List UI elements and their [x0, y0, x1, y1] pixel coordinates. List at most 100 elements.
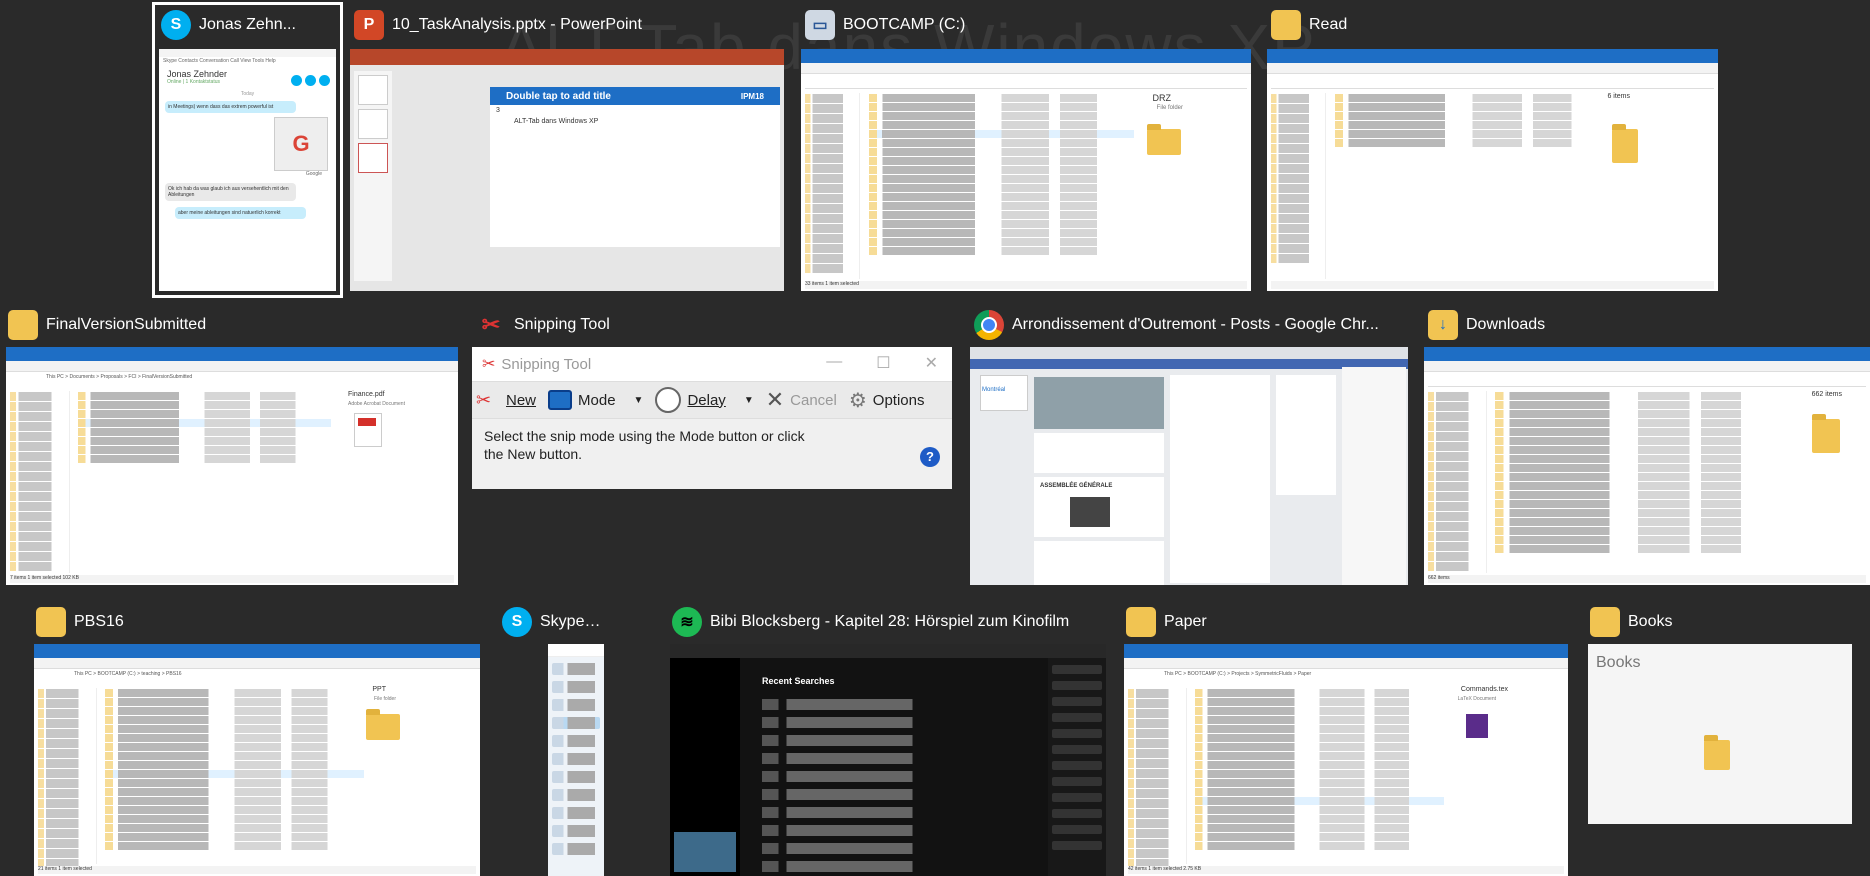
- folder-icon: [8, 310, 38, 340]
- minimize-icon: —: [826, 353, 843, 370]
- tile-thumbnail: This PC > Documents > Proposals > FCI > …: [6, 347, 458, 585]
- maximize-icon: ☐: [876, 355, 891, 372]
- slide-bullet: ALT-Tab dans Windows XP: [514, 118, 599, 125]
- tile-title: Arrondissement d'Outremont - Posts - Goo…: [1012, 316, 1379, 333]
- tile-thumbnail: Skype Contacts Conversation Call View To…: [159, 49, 336, 291]
- window-tile-paper[interactable]: Paper This PC > BOOTCAMP (C:) > Projects…: [1120, 602, 1568, 876]
- folder-icon: [1147, 124, 1181, 155]
- status-bar: 21 items 1 item selected: [38, 866, 476, 874]
- call-icons: [291, 75, 330, 86]
- scissors-icon: ✂: [476, 390, 492, 410]
- help-icon: ?: [920, 447, 940, 467]
- tile-header: Paper: [1120, 602, 1568, 642]
- folder-icon: [1590, 607, 1620, 637]
- window-tile-downloads[interactable]: ↓ Downloads 662 items 662 items: [1422, 305, 1870, 587]
- tile-title: Read: [1309, 16, 1348, 33]
- breadcrumb: This PC > BOOTCAMP (C:) > teaching > PBS…: [74, 671, 182, 677]
- tile-thumbnail: 662 items 662 items: [1424, 347, 1870, 585]
- image-caption: Google: [305, 171, 322, 177]
- tile-title: 10_TaskAnalysis.pptx - PowerPoint: [392, 16, 642, 33]
- slide-thumbnails: [354, 71, 392, 281]
- tile-thumbnail: Montréal ASSEMBLÉE GÉNÉRALE: [970, 347, 1408, 585]
- preview-name: DRZ: [1152, 93, 1172, 103]
- mode-button: Mode ▼: [548, 390, 643, 410]
- new-button: ✂ New: [476, 390, 536, 410]
- item-count: 662 items: [1811, 391, 1842, 398]
- folder-icon: [1612, 124, 1638, 163]
- window-tile-powerpoint[interactable]: P 10_TaskAnalysis.pptx - PowerPoint Doub…: [348, 5, 786, 295]
- window-tile-books[interactable]: Books Books: [1584, 602, 1858, 876]
- preview-type: File folder: [374, 696, 396, 702]
- downloads-folder-icon: ↓: [1428, 310, 1458, 340]
- window-tile-skype[interactable]: S Skype™ [...: [496, 602, 616, 876]
- preview-name: Commands.tex: [1460, 686, 1508, 693]
- tile-title: Snipping Tool: [514, 316, 610, 333]
- window-tile-pbs16[interactable]: PBS16 This PC > BOOTCAMP (C:) > teaching…: [30, 602, 482, 876]
- folder-icon: [1704, 735, 1730, 770]
- slide-canvas: Double tap to add title IPM18 3 ALT-Tab …: [490, 87, 780, 247]
- preview-name: PPT: [372, 686, 386, 693]
- cancel-button: ✕ Cancel: [766, 387, 837, 413]
- tile-thumbnail: DRZ File folder 33 items 1 item selected: [801, 49, 1251, 291]
- window-controls: — ☐ ✕: [826, 353, 938, 373]
- spotify-icon: ≋: [672, 607, 702, 637]
- tile-header: ✂ Snipping Tool: [470, 305, 954, 345]
- skype-icon: S: [502, 607, 532, 637]
- scissors-icon: ✂: [482, 356, 496, 373]
- tile-thumbnail: This PC > BOOTCAMP (C:) > Projects > Sym…: [1124, 644, 1568, 876]
- tile-thumbnail: Books: [1588, 644, 1852, 824]
- preview-type: LaTeX Document: [1457, 696, 1496, 702]
- gear-icon: ⚙: [848, 389, 867, 412]
- tile-thumbnail: ✂ Snipping Tool — ☐ ✕ ✂ New Mode ▼ Delay ▼ …: [472, 347, 952, 489]
- status-bar: 7 items 1 item selected 102 KB: [10, 575, 454, 583]
- tile-title: Books: [1628, 613, 1673, 630]
- window-tile-bootcamp[interactable]: ▭ BOOTCAMP (C:) DRZ File folder 33 items…: [799, 5, 1253, 295]
- video-call-icon: [291, 75, 302, 86]
- window-tile-jonas-chat[interactable]: S Jonas Zehn... Skype Contacts Conversat…: [152, 2, 343, 298]
- folder-icon: [1126, 607, 1156, 637]
- close-icon: ✕: [924, 355, 938, 372]
- chevron-down-icon: ▼: [633, 394, 644, 406]
- status-bar: 662 items: [1428, 575, 1866, 583]
- window-tile-finalversionsubmitted[interactable]: FinalVersionSubmitted This PC > Document…: [2, 305, 460, 587]
- chrome-icon: [974, 310, 1004, 340]
- toolbar: ✂ New Mode ▼ Delay ▼ ✕ Cancel ⚙ Options: [472, 381, 952, 419]
- tile-header: ≋ Bibi Blocksberg - Kapitel 28: Hörspiel…: [666, 602, 1106, 642]
- menu-bar: Skype Contacts Conversation Call View To…: [163, 58, 276, 64]
- tile-title: FinalVersionSubmitted: [46, 316, 207, 333]
- tile-header: S Jonas Zehn...: [155, 5, 340, 45]
- tile-header: Books: [1584, 602, 1858, 642]
- window-tile-chrome[interactable]: Arrondissement d'Outremont - Posts - Goo…: [968, 305, 1410, 587]
- status-bar: 33 items 1 item selected: [805, 281, 1247, 289]
- banner-text: ASSEMBLÉE GÉNÉRALE: [1040, 483, 1113, 489]
- tile-thumbnail: [548, 644, 604, 876]
- folder-icon: [366, 709, 400, 740]
- window-tile-spotify[interactable]: ≋ Bibi Blocksberg - Kapitel 28: Hörspiel…: [666, 602, 1106, 876]
- delay-button: Delay ▼: [655, 387, 754, 413]
- delay-label: Delay: [687, 391, 726, 409]
- pdf-icon: [354, 413, 382, 447]
- new-label: New: [506, 391, 537, 409]
- tile-thumbnail: This PC > BOOTCAMP (C:) > teaching > PBS…: [34, 644, 480, 876]
- tile-thumbnail: 6 items: [1267, 49, 1718, 291]
- mode-label: Mode: [578, 391, 616, 409]
- item-count: 6 items: [1607, 93, 1630, 100]
- tile-title: PBS16: [74, 613, 124, 630]
- tile-header: Read: [1265, 5, 1720, 45]
- tile-header: FinalVersionSubmitted: [2, 305, 460, 345]
- scissors-icon: ✂: [481, 312, 501, 337]
- breadcrumb: This PC > BOOTCAMP (C:) > Projects > Sym…: [1164, 671, 1312, 677]
- preview-type: Adobe Acrobat Document: [348, 401, 405, 407]
- window-tile-read[interactable]: Read 6 items: [1265, 5, 1720, 295]
- tile-header: P 10_TaskAnalysis.pptx - PowerPoint: [348, 5, 786, 45]
- window-tile-snipping-tool[interactable]: ✂ Snipping Tool ✂ Snipping Tool — ☐ ✕ ✂ N…: [470, 305, 954, 587]
- message-bubble: Ok ich hab da was glaub ich aus versehen…: [165, 183, 296, 201]
- window-title: Snipping Tool: [501, 355, 592, 373]
- folder-icon: [36, 607, 66, 637]
- folder-icon: [1271, 10, 1301, 40]
- chat-date: Today: [240, 91, 255, 97]
- tile-thumbnail: Recent Searches: [670, 644, 1106, 876]
- inner-title: Books: [1596, 654, 1641, 671]
- add-contact-icon: [319, 75, 330, 86]
- tile-title: Skype™ [...: [540, 613, 616, 630]
